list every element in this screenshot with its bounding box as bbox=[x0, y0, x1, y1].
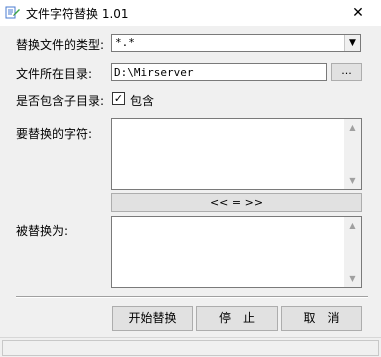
chevron-down-icon[interactable]: ▼ bbox=[344, 35, 360, 51]
main-window: 文件字符替换 1.01 ✕ 替换文件的类型: *.* ▼ 文件所在目录: D:\… bbox=[0, 0, 381, 357]
subdir-check-label[interactable]: 包含 bbox=[130, 92, 154, 109]
cancel-button[interactable]: 取 消 bbox=[281, 306, 362, 331]
directory-value: D:\Mirserver bbox=[114, 66, 194, 79]
subdir-label: 是否包含子目录: bbox=[16, 94, 105, 108]
find-text-label: 要替换的字符: bbox=[16, 127, 93, 141]
scroll-down-icon[interactable]: ▼ bbox=[344, 270, 361, 287]
stop-button[interactable]: 停 止 bbox=[196, 306, 278, 331]
window-title: 文件字符替换 1.01 bbox=[26, 7, 129, 21]
find-text-scrollbar[interactable]: ▲ ▼ bbox=[344, 119, 361, 189]
close-icon: ✕ bbox=[352, 5, 364, 21]
swap-button[interactable]: << = >> bbox=[111, 193, 362, 212]
scroll-up-icon[interactable]: ▲ bbox=[344, 217, 361, 234]
replace-text-scrollbar[interactable]: ▲ ▼ bbox=[344, 217, 361, 287]
scroll-up-icon[interactable]: ▲ bbox=[344, 119, 361, 136]
scroll-down-icon[interactable]: ▼ bbox=[344, 172, 361, 189]
find-text-area[interactable]: ▲ ▼ bbox=[111, 118, 362, 190]
file-type-label: 替换文件的类型: bbox=[16, 38, 105, 52]
title-bar[interactable]: 文件字符替换 1.01 ✕ bbox=[0, 0, 381, 26]
status-pane bbox=[2, 340, 379, 356]
directory-label: 文件所在目录: bbox=[16, 67, 93, 81]
divider bbox=[16, 296, 368, 298]
app-icon bbox=[5, 6, 20, 19]
status-bar bbox=[0, 337, 381, 357]
subdir-checkbox[interactable]: ✓ bbox=[112, 92, 125, 105]
replace-text-label: 被替换为: bbox=[16, 224, 69, 238]
close-button[interactable]: ✕ bbox=[335, 0, 381, 26]
directory-input[interactable]: D:\Mirserver bbox=[111, 63, 327, 81]
start-replace-button[interactable]: 开始替换 bbox=[112, 306, 193, 331]
browse-button[interactable]: ... bbox=[331, 63, 362, 81]
file-type-combo[interactable]: *.* ▼ bbox=[111, 34, 361, 52]
file-type-value: *.* bbox=[115, 36, 135, 49]
replace-text-area[interactable]: ▲ ▼ bbox=[111, 216, 362, 288]
